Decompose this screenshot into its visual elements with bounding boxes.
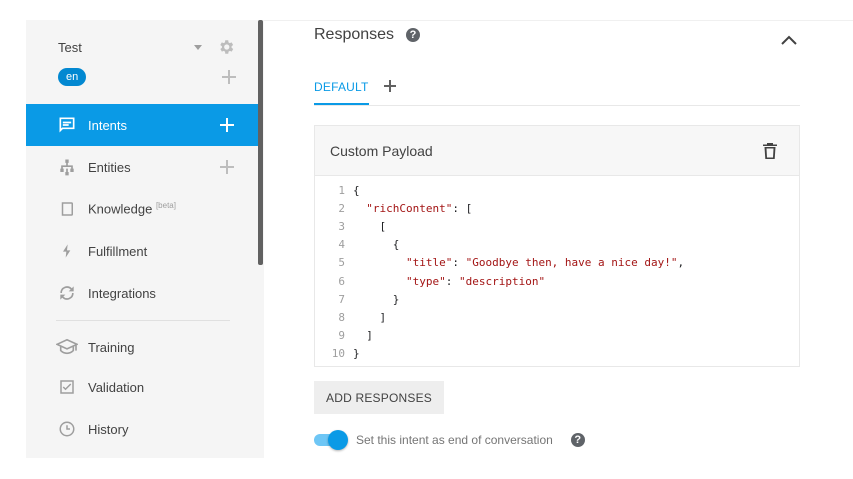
end-conversation-toggle[interactable] — [314, 430, 348, 450]
end-conversation-row: Set this intent as end of conversation ? — [314, 430, 585, 450]
add-tab-icon[interactable] — [384, 80, 396, 92]
card-header: Custom Payload — [315, 126, 799, 176]
code-line[interactable]: 10} — [315, 345, 799, 363]
beta-badge: [beta] — [155, 201, 176, 211]
toggle-knob — [328, 430, 348, 450]
code-line[interactable]: 7 } — [315, 290, 799, 308]
language-chip[interactable]: en — [58, 68, 87, 86]
sidebar-item-fulfillment[interactable]: Fulfillment — [26, 230, 258, 272]
code-line[interactable]: 8 ] — [315, 308, 799, 326]
agent-selector[interactable]: Test — [58, 34, 236, 60]
line-number: 4 — [338, 238, 345, 252]
book-icon — [56, 198, 78, 220]
clock-icon — [56, 418, 78, 440]
gear-icon[interactable] — [216, 37, 236, 57]
sidebar-item-label: Entities — [88, 159, 131, 175]
code-text: "type": "description" — [405, 274, 546, 288]
add-entity-icon[interactable] — [220, 160, 234, 174]
end-conversation-label: Set this intent as end of conversation — [356, 433, 553, 447]
sidebar-item-label: Training — [88, 339, 135, 355]
agent-name: Test — [58, 39, 82, 55]
card-title: Custom Payload — [330, 142, 433, 159]
line-number: 1 — [338, 183, 345, 197]
code-text: [ — [353, 219, 387, 233]
line-number: 9 — [338, 329, 345, 343]
code-line[interactable]: 4 { — [315, 236, 799, 254]
code-line[interactable]: 1{ — [315, 181, 799, 199]
chevron-up-icon[interactable] — [780, 34, 798, 46]
help-icon[interactable]: ? — [570, 433, 585, 447]
line-number: 5 — [338, 256, 345, 270]
line-number: 10 — [331, 347, 345, 361]
code-line[interactable]: 6 "type": "description" — [315, 272, 799, 290]
tab-default[interactable]: DEFAULT — [314, 80, 369, 105]
code-text: "richContent": [ — [366, 201, 473, 215]
responses-header: Responses ? — [314, 26, 421, 44]
lightning-icon — [56, 240, 78, 262]
code-text: "title": "Goodbye then, have a nice day!… — [405, 256, 685, 270]
sidebar-item-integrations[interactable]: Integrations — [26, 272, 258, 314]
hierarchy-icon — [56, 156, 78, 178]
response-tabs: DEFAULT — [314, 76, 800, 106]
sidebar-item-knowledge[interactable]: Knowledge [beta] — [26, 188, 258, 230]
sidebar-item-intents[interactable]: Intents — [26, 104, 258, 146]
chat-icon — [56, 114, 78, 136]
sidebar-item-label: Fulfillment — [88, 243, 148, 259]
line-number: 8 — [338, 310, 345, 324]
language-row: en — [58, 67, 236, 87]
chevron-down-icon[interactable] — [194, 44, 202, 50]
custom-payload-card: Custom Payload 1{2 "richContent": [3 [4 … — [314, 125, 800, 367]
add-responses-button[interactable]: ADD RESPONSES — [314, 381, 444, 414]
code-text: { — [353, 238, 400, 252]
code-text: ] — [353, 329, 373, 343]
code-line[interactable]: 3 [ — [315, 217, 799, 235]
responses-title: Responses — [314, 26, 395, 43]
checkbox-icon — [56, 376, 78, 398]
sidebar-item-label: History — [88, 421, 129, 437]
help-icon[interactable]: ? — [406, 28, 421, 42]
add-intent-icon[interactable] — [220, 118, 234, 132]
sidebar-scrollbar[interactable] — [258, 20, 263, 265]
code-text: ] — [353, 310, 387, 324]
sidebar-item-validation[interactable]: Validation — [26, 366, 258, 408]
sidebar-item-label: Intents — [88, 117, 128, 133]
sidebar-item-label: Integrations — [88, 285, 156, 301]
graduation-cap-icon — [56, 336, 78, 358]
code-text: { — [353, 183, 360, 197]
code-editor[interactable]: 1{2 "richContent": [3 [4 {5 "title": "Go… — [315, 176, 799, 363]
top-divider — [264, 20, 853, 21]
line-number: 7 — [338, 292, 345, 306]
sidebar-item-history[interactable]: History — [26, 408, 258, 450]
line-number: 3 — [338, 219, 345, 233]
trash-icon[interactable] — [763, 143, 777, 159]
sidebar-divider — [56, 320, 230, 321]
line-number: 2 — [338, 201, 345, 215]
code-text: } — [353, 292, 400, 306]
code-line[interactable]: 2 "richContent": [ — [315, 199, 799, 217]
sidebar-item-label: Knowledge [beta] — [88, 201, 176, 217]
code-line[interactable]: 5 "title": "Goodbye then, have a nice da… — [315, 254, 799, 272]
sidebar-item-training[interactable]: Training — [26, 326, 258, 368]
sidebar: Test en Intents Entities Knowledge [beta… — [26, 20, 264, 458]
sidebar-item-label: Validation — [88, 379, 145, 395]
line-number: 6 — [338, 274, 345, 288]
sidebar-item-entities[interactable]: Entities — [26, 146, 258, 188]
sync-icon — [56, 282, 78, 304]
add-language-icon[interactable] — [222, 70, 236, 84]
code-line[interactable]: 9 ] — [315, 327, 799, 345]
code-text: } — [353, 347, 360, 361]
